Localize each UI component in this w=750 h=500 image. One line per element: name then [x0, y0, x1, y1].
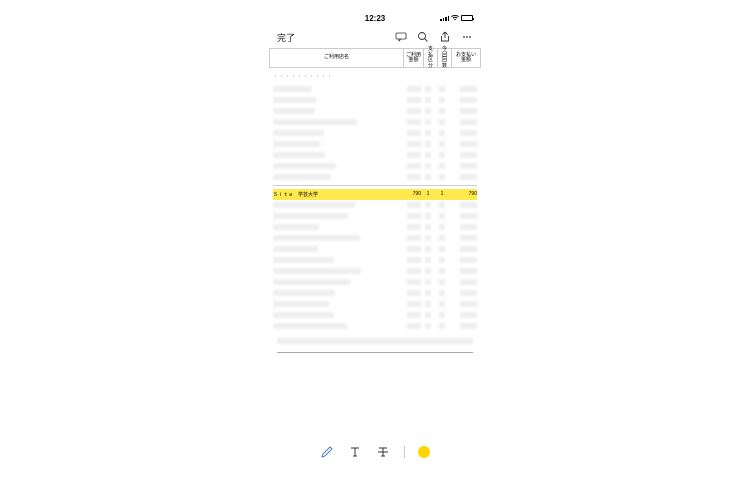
cell-pay: 790 — [449, 191, 477, 197]
table-row[interactable] — [273, 171, 477, 182]
table-row[interactable] — [273, 266, 477, 277]
bottom-toolbar — [269, 440, 481, 464]
table-row[interactable] — [273, 160, 477, 171]
section-dots: ・・・・・・・・・・ — [273, 73, 477, 80]
table-row[interactable] — [273, 321, 477, 332]
table-row[interactable] — [273, 288, 477, 299]
status-bar: 12:23 — [269, 10, 481, 26]
table-row[interactable] — [273, 299, 477, 310]
th-times: 今回 回数 — [438, 49, 452, 67]
wifi-icon — [451, 15, 459, 21]
table-row[interactable] — [273, 138, 477, 149]
top-toolbar: 完了 — [269, 26, 481, 48]
done-button[interactable]: 完了 — [277, 31, 295, 44]
cell-times: 1 — [435, 191, 449, 197]
status-time: 12:23 — [365, 14, 385, 23]
table-row[interactable] — [273, 211, 477, 222]
table-row[interactable] — [273, 310, 477, 321]
table-row[interactable] — [273, 83, 477, 94]
status-right — [433, 15, 473, 21]
table-body[interactable]: ・・・・・・・・・・ Ｓｉｔａ 学芸大学 790 1 1 790 — [269, 68, 481, 354]
th-pay: お支払い金額 — [452, 49, 480, 67]
text-icon[interactable] — [348, 445, 362, 459]
highlight-color-dot[interactable] — [418, 446, 430, 458]
cell-amount: 790 — [401, 191, 421, 197]
table-row[interactable] — [273, 127, 477, 138]
table-row[interactable] — [273, 105, 477, 116]
th-type: 支払 区分 — [424, 49, 438, 67]
table-row[interactable] — [273, 200, 477, 211]
share-icon[interactable] — [439, 31, 451, 43]
th-store: ご利用店名 — [270, 49, 404, 67]
table-row[interactable] — [273, 277, 477, 288]
table-row[interactable] — [273, 244, 477, 255]
table-row[interactable] — [273, 149, 477, 160]
th-amount: ご利用 金額 — [404, 49, 424, 67]
footer-divider — [277, 352, 473, 353]
table-row-highlighted[interactable]: Ｓｉｔａ 学芸大学 790 1 1 790 — [273, 189, 477, 200]
search-icon[interactable] — [417, 31, 429, 43]
more-icon[interactable] — [461, 31, 473, 43]
toolbar-divider — [404, 446, 405, 458]
cell-store: Ｓｉｔａ 学芸大学 — [273, 191, 401, 198]
footer-text — [277, 338, 473, 344]
table-row[interactable] — [273, 233, 477, 244]
signal-icon — [440, 16, 449, 21]
table-row[interactable] — [273, 222, 477, 233]
table-header: ご利用店名 ご利用 金額 支払 区分 今回 回数 お支払い金額 — [269, 48, 481, 68]
table-row[interactable] — [273, 255, 477, 266]
table-row[interactable] — [273, 116, 477, 127]
phone-frame: 12:23 完了 ご利用店 — [269, 10, 481, 470]
table-row[interactable] — [273, 94, 477, 105]
battery-icon — [461, 15, 473, 21]
strikethrough-icon[interactable] — [376, 445, 390, 459]
pen-icon[interactable] — [320, 445, 334, 459]
cell-type: 1 — [421, 191, 435, 197]
comment-icon[interactable] — [395, 31, 407, 43]
